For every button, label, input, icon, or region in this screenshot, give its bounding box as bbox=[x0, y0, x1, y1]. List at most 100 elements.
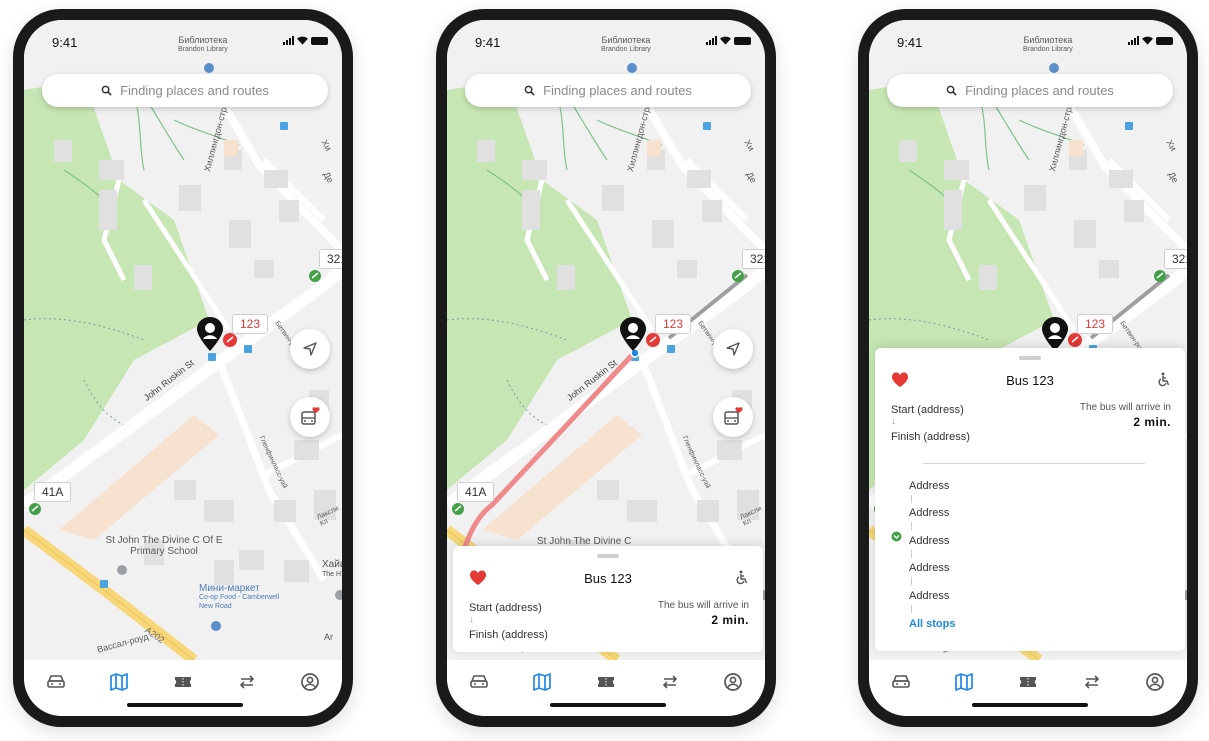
search-placeholder: Finding places and routes bbox=[965, 83, 1114, 98]
route-label-321[interactable]: 321 bbox=[1164, 249, 1187, 269]
system-icons bbox=[283, 36, 328, 45]
tab-car[interactable] bbox=[43, 671, 69, 693]
tab-map[interactable] bbox=[529, 671, 555, 693]
stop-item[interactable]: Address bbox=[909, 562, 949, 574]
bus-marker-321[interactable] bbox=[1153, 269, 1167, 283]
battery-icon bbox=[311, 36, 328, 45]
stop-item[interactable]: Address bbox=[909, 480, 949, 492]
car-icon bbox=[469, 673, 489, 691]
bus-marker-41a[interactable] bbox=[28, 502, 42, 516]
stop-item[interactable]: Address bbox=[909, 590, 949, 602]
stop-item[interactable]: Address bbox=[909, 507, 949, 519]
bus-info-sheet[interactable]: Bus 123 Start (address) ↓ Finish (addres… bbox=[453, 546, 763, 652]
store-label: Хайш The H bbox=[322, 560, 342, 580]
tab-car[interactable] bbox=[888, 671, 914, 693]
signal-icon bbox=[1128, 36, 1139, 45]
tab-profile[interactable] bbox=[1142, 671, 1168, 693]
tab-ticket[interactable] bbox=[593, 671, 619, 693]
profile-icon bbox=[1145, 672, 1165, 692]
system-icons bbox=[1128, 36, 1173, 45]
tab-car[interactable] bbox=[466, 671, 492, 693]
route-label-41a[interactable]: 41A bbox=[457, 482, 495, 502]
stop-connector bbox=[911, 577, 912, 585]
search-bar[interactable]: Finding places and routes bbox=[42, 74, 328, 107]
arrival-text: The bus will arrive in bbox=[1079, 402, 1171, 413]
tab-transfer[interactable] bbox=[1079, 671, 1105, 693]
car-icon bbox=[46, 673, 66, 691]
tab-transfer[interactable] bbox=[234, 671, 260, 693]
stop-item[interactable]: Address bbox=[909, 535, 949, 547]
locate-button[interactable] bbox=[713, 329, 753, 369]
car-icon bbox=[891, 673, 911, 691]
wifi-icon bbox=[1142, 36, 1153, 45]
tab-ticket[interactable] bbox=[1015, 671, 1041, 693]
street-ar: Ar bbox=[324, 632, 333, 642]
down-arrow-icon: ↓ bbox=[891, 416, 896, 427]
bus-title: Bus 123 bbox=[1006, 373, 1054, 388]
phone-screen: 9:41 Библиотека Brandon Library Finding … bbox=[447, 20, 765, 716]
status-time: 9:41 bbox=[897, 35, 923, 50]
market-sub: Co-op Food - Camberwell New Road bbox=[199, 594, 280, 610]
bus-marker-41a[interactable] bbox=[451, 502, 465, 516]
sheet-handle[interactable] bbox=[597, 554, 619, 558]
search-placeholder: Finding places and routes bbox=[543, 83, 692, 98]
tab-transfer[interactable] bbox=[657, 671, 683, 693]
start-address: Start (address) bbox=[469, 602, 542, 614]
status-bar: 9:41 bbox=[24, 20, 342, 60]
map-icon bbox=[532, 673, 552, 691]
stop-connector bbox=[911, 550, 912, 558]
bus-detail-sheet[interactable]: Bus 123 Start (address) ↓ Finish (addres… bbox=[875, 348, 1185, 651]
profile-icon bbox=[723, 672, 743, 692]
finish-address: Finish (address) bbox=[891, 431, 970, 443]
phone-frame-1: 9:41 Библиотека Brandon Library Finding … bbox=[13, 9, 353, 727]
search-bar[interactable]: Finding places and routes bbox=[465, 74, 751, 107]
phone-screen: 9:41 Библиотека Brandon Library Finding … bbox=[24, 20, 342, 716]
store-name: Хайш bbox=[322, 559, 342, 570]
favorite-bus-button[interactable] bbox=[713, 397, 753, 437]
bus-marker-321[interactable] bbox=[308, 269, 322, 283]
market-label: Мини-маркет Co-op Food - Camberwell New … bbox=[199, 584, 294, 611]
arrival-minutes: 2 min. bbox=[1133, 415, 1171, 429]
bus-marker-321[interactable] bbox=[731, 269, 745, 283]
tab-map[interactable] bbox=[106, 671, 132, 693]
stop-connector bbox=[911, 605, 912, 613]
route-label-41a[interactable]: 41A bbox=[34, 482, 72, 502]
finish-address: Finish (address) bbox=[469, 629, 548, 641]
navigation-arrow-icon bbox=[303, 342, 317, 356]
route-label-321[interactable]: 321 bbox=[742, 249, 765, 269]
bottom-tab-bar bbox=[24, 660, 342, 716]
tab-ticket[interactable] bbox=[170, 671, 196, 693]
user-location-pin bbox=[620, 317, 646, 351]
phone-frame-3: 9:41 Библиотека Brandon Library Finding … bbox=[858, 9, 1198, 727]
start-address: Start (address) bbox=[891, 404, 964, 416]
bus-marker-123[interactable] bbox=[645, 332, 661, 348]
favorite-bus-button[interactable] bbox=[290, 397, 330, 437]
route-label-123[interactable]: 123 bbox=[655, 314, 692, 334]
transfer-icon bbox=[660, 673, 680, 691]
bottom-tab-bar bbox=[869, 660, 1187, 716]
tab-map[interactable] bbox=[951, 671, 977, 693]
search-bar[interactable]: Finding places and routes bbox=[887, 74, 1173, 107]
tab-profile[interactable] bbox=[720, 671, 746, 693]
status-bar: 9:41 bbox=[447, 20, 765, 60]
route-label-123[interactable]: 123 bbox=[1077, 314, 1114, 334]
route-label-123[interactable]: 123 bbox=[232, 314, 269, 334]
locate-button[interactable] bbox=[290, 329, 330, 369]
route-label-321[interactable]: 321 bbox=[319, 249, 342, 269]
school-label: St John The Divine C Of E Primary School bbox=[105, 535, 223, 557]
signal-icon bbox=[283, 36, 294, 45]
wifi-icon bbox=[720, 36, 731, 45]
all-stops-link[interactable]: All stops bbox=[909, 618, 955, 630]
wheelchair-icon bbox=[735, 570, 749, 586]
bottom-tab-bar bbox=[447, 660, 765, 716]
tab-profile[interactable] bbox=[297, 671, 323, 693]
current-bus-icon bbox=[891, 531, 902, 542]
bus-marker-123[interactable] bbox=[222, 332, 238, 348]
user-location-pin bbox=[197, 317, 223, 351]
navigation-arrow-icon bbox=[726, 342, 740, 356]
signal-icon bbox=[706, 36, 717, 45]
transfer-icon bbox=[1082, 673, 1102, 691]
sheet-handle[interactable] bbox=[1019, 356, 1041, 360]
status-bar: 9:41 bbox=[869, 20, 1187, 60]
bus-marker-123[interactable] bbox=[1067, 332, 1083, 348]
